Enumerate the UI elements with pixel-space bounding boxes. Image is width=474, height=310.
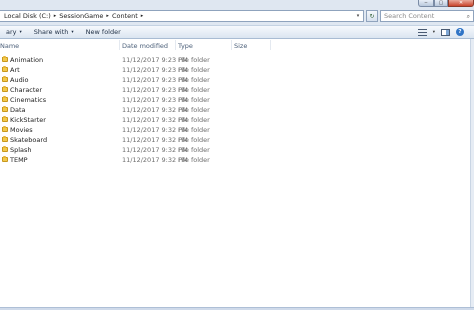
new-folder-label: New folder: [85, 28, 121, 36]
search-input[interactable]: [384, 12, 462, 20]
folder-icon: [2, 96, 8, 102]
folder-icon: [2, 86, 8, 92]
file-type: File folder: [178, 76, 210, 84]
maximize-button[interactable]: ▢: [434, 0, 448, 7]
column-header-name[interactable]: Name: [0, 42, 19, 50]
file-type: File folder: [178, 86, 210, 94]
file-type: File folder: [178, 66, 210, 74]
address-bar[interactable]: Local Disk (C:) ▸ SessionGame ▸ Content …: [0, 10, 364, 22]
file-row[interactable]: Character 11/12/2017 9:23 PM File folder: [0, 85, 474, 95]
breadcrumb-sessiongame[interactable]: SessionGame: [59, 12, 103, 20]
share-with-menu[interactable]: Share with ▾: [28, 28, 80, 36]
file-row[interactable]: Audio 11/12/2017 9:23 PM File folder: [0, 75, 474, 85]
file-name: Splash: [10, 146, 32, 154]
file-type: File folder: [178, 56, 210, 64]
column-header-row: Name Date modified Type Size: [0, 39, 474, 51]
scrollbar[interactable]: [470, 39, 474, 307]
column-divider[interactable]: [175, 40, 176, 50]
file-type: File folder: [178, 96, 210, 104]
help-icon[interactable]: ?: [456, 28, 464, 36]
refresh-icon: ↻: [369, 12, 375, 20]
address-row: Local Disk (C:) ▸ SessionGame ▸ Content …: [0, 9, 474, 23]
file-type: File folder: [178, 126, 210, 134]
file-row[interactable]: Splash 11/12/2017 9:32 PM File folder: [0, 145, 474, 155]
file-name: Animation: [10, 56, 44, 64]
search-icon[interactable]: ⌕: [467, 13, 470, 21]
file-name: TEMP: [10, 156, 28, 164]
column-header-type[interactable]: Type: [178, 42, 193, 50]
file-row[interactable]: Animation 11/12/2017 9:23 PM File folder: [0, 55, 474, 65]
file-name: Art: [10, 66, 20, 74]
minimize-button[interactable]: ‒: [418, 0, 434, 7]
folder-icon: [2, 76, 8, 82]
organize-menu[interactable]: ary ▾: [0, 28, 28, 36]
breadcrumb-separator-icon[interactable]: ▸: [141, 13, 144, 19]
file-rows: Animation 11/12/2017 9:23 PM File folder Ar…: [0, 55, 474, 165]
folder-icon: [2, 146, 8, 152]
file-row[interactable]: Skateboard 11/12/2017 9:32 PM File folder: [0, 135, 474, 145]
change-view-icon[interactable]: [417, 28, 427, 36]
file-name: Audio: [10, 76, 29, 84]
file-type: File folder: [178, 116, 210, 124]
folder-icon: [2, 106, 8, 112]
breadcrumb-separator-icon[interactable]: ▸: [54, 13, 57, 19]
organize-label: ary: [6, 28, 17, 36]
folder-icon: [2, 116, 8, 122]
file-row[interactable]: Cinematics 11/12/2017 9:23 PM File folder: [0, 95, 474, 105]
file-name: Cinematics: [10, 96, 47, 104]
file-row[interactable]: TEMP 11/12/2017 9:32 PM File folder: [0, 155, 474, 165]
column-divider[interactable]: [231, 40, 232, 50]
new-folder-button[interactable]: New folder: [80, 28, 127, 36]
file-type: File folder: [178, 136, 210, 144]
column-header-date-modified[interactable]: Date modified: [122, 42, 168, 50]
file-list: Name Date modified Type Size Animation 11…: [0, 39, 474, 307]
file-row[interactable]: KickStarter 11/12/2017 9:32 PM File folder: [0, 115, 474, 125]
chevron-down-icon: ▾: [71, 29, 74, 35]
preview-pane-icon[interactable]: [441, 28, 450, 36]
breadcrumb-local-disk[interactable]: Local Disk (C:): [4, 12, 51, 20]
file-name: Character: [10, 86, 43, 94]
window-controls: ‒ ▢ ✕: [418, 0, 474, 7]
file-row[interactable]: Data 11/12/2017 9:32 PM File folder: [0, 105, 474, 115]
file-name: KickStarter: [10, 116, 46, 124]
folder-icon: [2, 56, 8, 62]
column-divider[interactable]: [270, 40, 271, 50]
close-button[interactable]: ✕: [448, 0, 474, 7]
column-header-size[interactable]: Size: [234, 42, 247, 50]
column-divider[interactable]: [119, 40, 120, 50]
folder-icon: [2, 136, 8, 142]
file-row[interactable]: Movies 11/12/2017 9:32 PM File folder: [0, 125, 474, 135]
file-type: File folder: [178, 106, 210, 114]
chevron-down-icon: ▾: [19, 29, 22, 35]
folder-icon: [2, 126, 8, 132]
breadcrumb-content[interactable]: Content: [112, 12, 138, 20]
file-type: File folder: [178, 156, 210, 164]
folder-icon: [2, 156, 8, 162]
file-name: Skateboard: [10, 136, 48, 144]
file-name: Data: [10, 106, 26, 114]
breadcrumb-separator-icon[interactable]: ▸: [106, 13, 109, 19]
share-with-label: Share with: [33, 28, 69, 36]
search-box[interactable]: ⌕: [380, 10, 474, 22]
refresh-button[interactable]: ↻: [366, 10, 378, 22]
file-row[interactable]: Art 11/12/2017 9:23 PM File folder: [0, 65, 474, 75]
command-bar: ary ▾ Share with ▾ New folder ▾ ?: [0, 25, 474, 39]
file-type: File folder: [178, 146, 210, 154]
address-history-dropdown-icon[interactable]: ▾: [353, 13, 363, 19]
folder-icon: [2, 66, 8, 72]
file-name: Movies: [10, 126, 33, 134]
view-options-dropdown-icon[interactable]: ▾: [433, 30, 435, 35]
